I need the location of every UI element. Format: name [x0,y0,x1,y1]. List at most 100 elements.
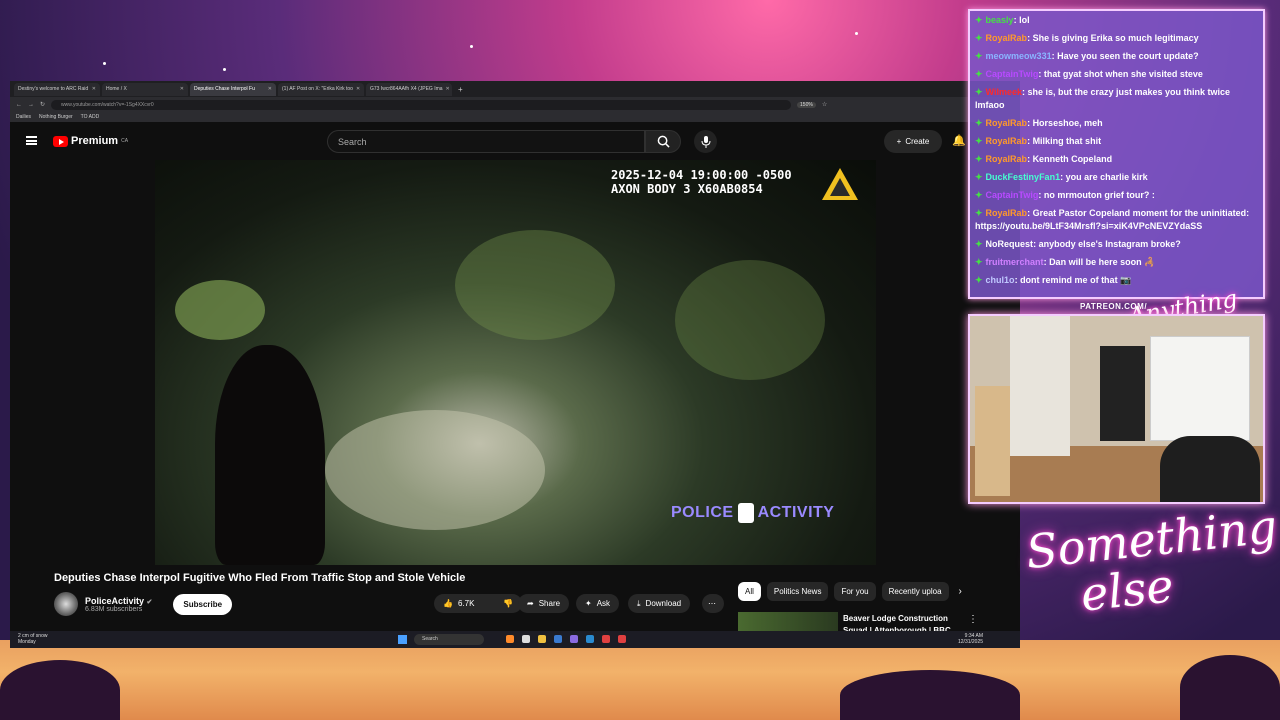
subscribe-button[interactable]: Subscribe [173,593,233,615]
close-icon[interactable]: ✕ [356,86,360,92]
taskbar-clock[interactable]: 9:34 AM 12/31/2025 [958,633,983,645]
watermark-text: ACTIVITY [757,504,835,521]
chat-username[interactable]: RoyalRab [986,33,1028,43]
room-bin [1100,346,1145,441]
ask-button[interactable]: ✦ Ask [576,594,620,613]
windows-start-icon[interactable] [398,635,407,644]
ask-label: Ask [596,599,611,608]
weather-widget[interactable]: 2 cm of snow Monday [18,633,47,645]
chat-username[interactable]: CaptainTwig [986,69,1039,79]
chat-message: ✦ Wilmeek: she is, but the crazy just mak… [975,86,1258,112]
download-button[interactable]: ⤓ Download [628,594,691,613]
create-label: Create [905,137,930,146]
app-icon[interactable] [522,635,530,643]
recommendation-chips: All Politics News For you Recently uploa… [738,582,962,601]
youtube-logo[interactable]: Premium CA [53,135,128,147]
url-field[interactable]: www.youtube.com/watch?v=-1Sg4XXcvr0 [51,99,792,110]
watermark-text: POLICE [671,504,734,521]
close-icon[interactable]: ✕ [446,86,450,92]
app-icon[interactable] [506,635,514,643]
chat-username[interactable]: fruitmerchant [986,257,1044,267]
bookmark-item[interactable]: Dailies [16,114,31,120]
share-button[interactable]: ➦ Share [518,594,570,613]
chat-username[interactable]: chul1o [986,275,1015,285]
share-icon: ➦ [527,599,534,608]
chip-politics-news[interactable]: Politics News [766,582,829,601]
chat-username[interactable]: NoRequest [986,239,1034,249]
voice-search-button[interactable] [694,130,717,153]
patreon-label: PATREON.COM/ [1080,302,1148,311]
browser-tab[interactable]: Destiny's welcome to ARC Raid ✕ [14,82,100,96]
webcam-feed [968,314,1265,504]
star-icon[interactable]: ☆ [822,101,827,108]
app-icon[interactable] [618,635,626,643]
search-input[interactable]: Search [327,130,645,153]
channel-avatar[interactable] [54,592,78,616]
weather-day: Monday [18,639,36,645]
chat-text: Horseshoe, meh [1032,118,1103,128]
bookmark-item[interactable]: Nothing Burger [39,114,73,120]
close-icon[interactable]: ✕ [92,86,96,92]
obs-icon[interactable] [602,635,610,643]
foliage [175,280,265,340]
new-tab-button[interactable]: + [454,85,467,94]
notifications-icon[interactable]: 🔔 [952,134,966,147]
app-icon[interactable] [554,635,562,643]
browser-window: Destiny's welcome to ARC Raid ✕ Home / X ✕… [10,81,1020,648]
chat-username[interactable]: RoyalRab [986,154,1028,164]
palm-silhouette [1180,655,1280,720]
browser-tab-active[interactable]: Deputies Chase Interpol Fu ✕ [190,82,276,96]
chat-message: ✦ DuckFestinyFan1: you are charlie kirk [975,171,1258,184]
discord-icon[interactable] [570,635,578,643]
more-vertical-icon[interactable]: ⋮ [968,614,978,625]
foliage [675,260,825,380]
folder-icon[interactable] [538,635,546,643]
chat-username[interactable]: RoyalRab [986,136,1028,146]
chat-username[interactable]: RoyalRab [986,208,1028,218]
bookmark-item[interactable]: TO ADD [81,114,100,120]
chip-all[interactable]: All [738,582,761,601]
close-icon[interactable]: ✕ [180,86,184,92]
tab-label: Home / X [106,86,127,92]
star-decoration [223,68,226,71]
browser-tab[interactable]: G73 Iwcr864AAfh X4 (JPEG Ima ✕ [366,82,452,96]
chat-badge-icon: ✦ [975,118,983,128]
chevron-right-icon[interactable]: › [959,586,962,597]
thumbs-down-icon[interactable]: 👎 [503,599,513,608]
steam-icon[interactable] [586,635,594,643]
chat-username[interactable]: beasly [986,15,1014,25]
back-icon[interactable]: ← [16,102,22,108]
brand-label: Premium [71,135,119,147]
room-shelf [975,386,1010,496]
browser-tab[interactable]: (1) AF Post on X: "Erika Kirk too ✕ [278,82,364,96]
more-actions-button[interactable]: ⋯ [702,594,724,613]
room-dresser [1150,336,1250,441]
reload-icon[interactable]: ↻ [40,101,45,108]
camera-id-line: AXON BODY 3 X60AB0854 [611,182,763,196]
search-button[interactable] [645,130,681,153]
video-title: Deputies Chase Interpol Fugitive Who Fle… [54,572,466,584]
video-player[interactable]: 2025-12-04 19:00:00 -0500 AXON BODY 3 X6… [155,160,876,565]
channel-row: PoliceActivity ✔ 6.83M subscribers Subsc… [54,592,233,616]
chip-for-you[interactable]: For you [834,582,876,601]
close-icon[interactable]: ✕ [268,86,272,92]
chat-username[interactable]: CaptainTwig [986,190,1039,200]
thumbs-up-icon[interactable]: 👍 [443,599,453,608]
chat-username[interactable]: DuckFestinyFan1 [986,172,1061,182]
chat-message: ✦ RoyalRab: She is giving Erika so much l… [975,32,1258,45]
create-button[interactable]: + Create [884,130,942,153]
tab-bar: Destiny's welcome to ARC Raid ✕ Home / X ✕… [10,81,1020,97]
chat-username[interactable]: meowmeow331 [986,51,1052,61]
channel-name[interactable]: PoliceActivity ✔ [85,596,152,606]
forward-icon[interactable]: → [28,102,34,108]
chat-username[interactable]: Wilmeek [986,87,1022,97]
youtube-header: Premium CA Search + Create 🔔 [10,122,1020,160]
taskbar-search[interactable]: Search [414,634,484,645]
chat-username[interactable]: RoyalRab [986,118,1028,128]
chip-recently-uploaded[interactable]: Recently uploa [881,582,949,601]
zoom-badge[interactable]: 150% [797,101,816,108]
like-count[interactable]: 6.7K [458,599,474,608]
browser-tab[interactable]: Home / X ✕ [102,82,188,96]
download-label: Download [645,599,682,608]
menu-icon[interactable] [26,136,37,145]
